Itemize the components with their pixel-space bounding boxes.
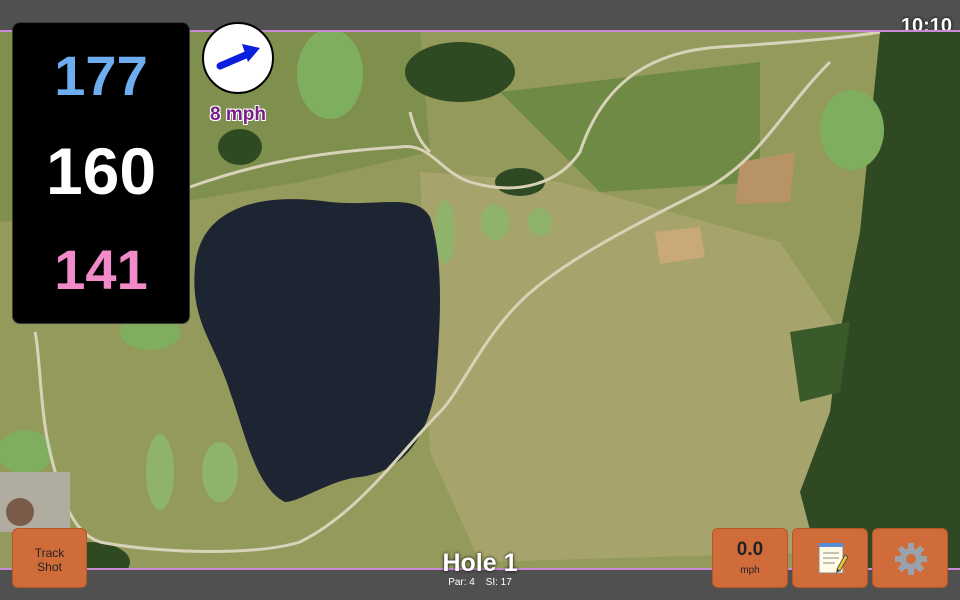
front-of-green-distance: 141 xyxy=(54,238,148,301)
wind-speed-label: 8 mph xyxy=(210,104,266,125)
track-shot-button[interactable]: Track Shot xyxy=(12,528,87,588)
track-shot-label-line1: Track xyxy=(34,546,65,560)
swing-speed-button[interactable]: 0.0 mph xyxy=(712,528,788,588)
settings-button[interactable] xyxy=(872,528,948,588)
speed-unit: mph xyxy=(740,565,760,576)
track-shot-label-line2: Shot xyxy=(37,560,62,574)
wind-direction-arrow-icon xyxy=(216,44,260,70)
hole-title: Hole 1 xyxy=(442,549,518,577)
hole-meta: Par: 4 SI: 17 xyxy=(380,577,580,588)
hole-stroke-index: SI: 17 xyxy=(485,577,512,588)
hole-info: Hole 1 Par: 4 SI: 17 xyxy=(380,549,580,588)
back-of-green-distance: 177 xyxy=(54,44,148,107)
notepad-icon xyxy=(818,543,849,574)
gear-icon xyxy=(895,543,927,575)
wind-direction-indicator xyxy=(202,22,274,94)
speed-value: 0.0 xyxy=(736,539,764,560)
distance-panel: 177 160 141 xyxy=(12,22,190,324)
notes-button[interactable] xyxy=(792,528,868,588)
hole-par: Par: 4 xyxy=(448,577,475,588)
center-of-green-distance: 160 xyxy=(45,134,157,208)
